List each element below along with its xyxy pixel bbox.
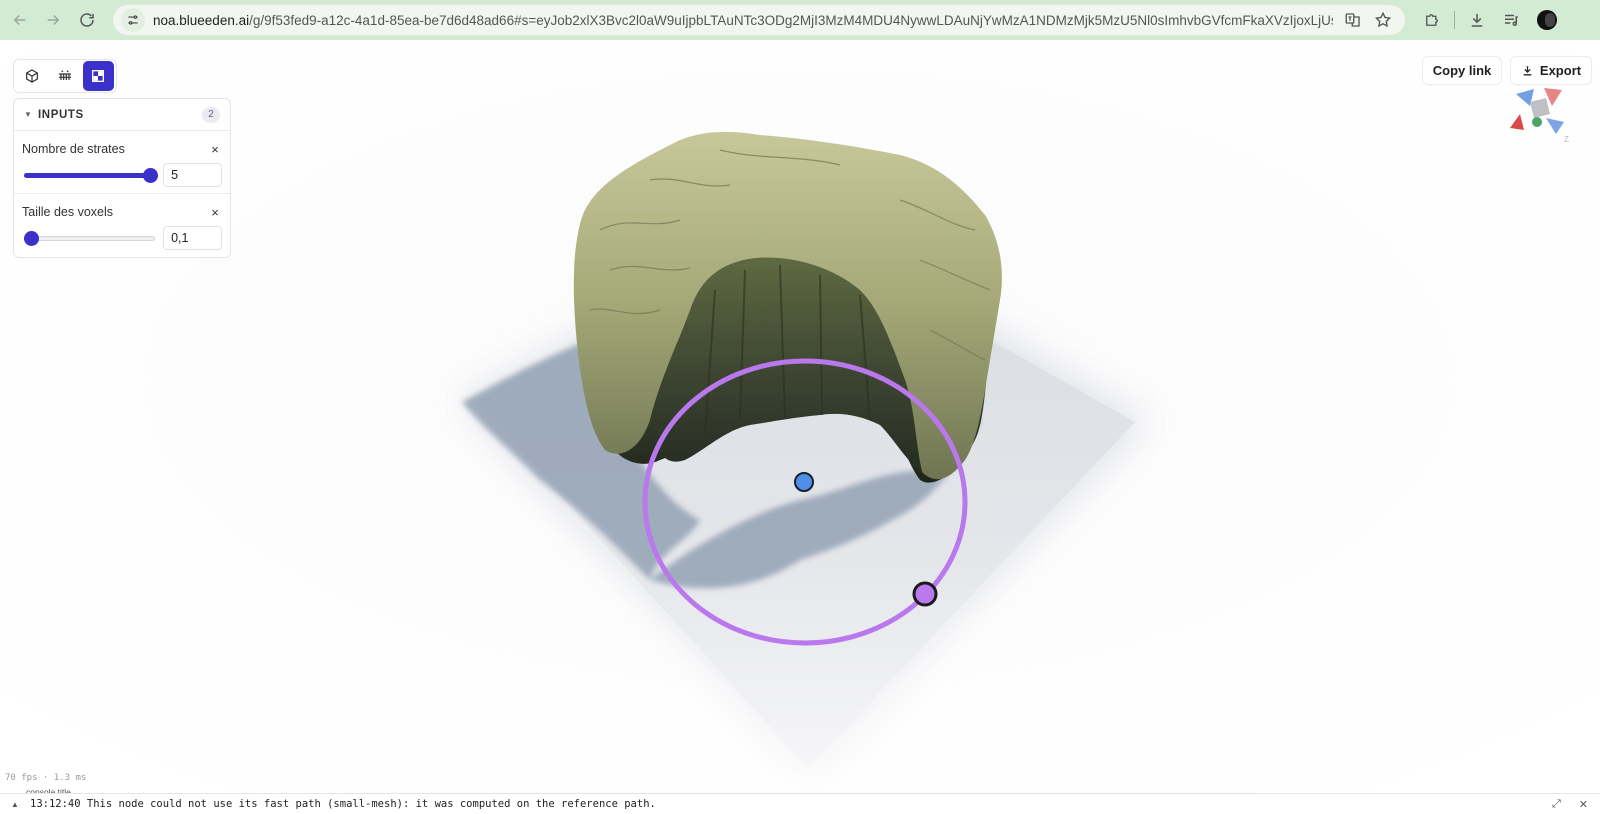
- export-button[interactable]: Export: [1510, 56, 1592, 85]
- voxel-size-value-input[interactable]: 0,1: [163, 226, 222, 250]
- slider-track: [24, 236, 156, 241]
- orientation-gizmo[interactable]: Z: [1506, 84, 1572, 146]
- voxel-grid-icon: [92, 70, 105, 82]
- remove-param-button[interactable]: ×: [208, 205, 222, 220]
- param-label: Taille des voxels: [22, 205, 114, 219]
- view-toolbar: [13, 59, 117, 93]
- 3d-viewport[interactable]: [0, 40, 1600, 793]
- strates-value-input[interactable]: 5: [163, 163, 222, 187]
- tool-strata-view[interactable]: [49, 61, 80, 91]
- profile-avatar[interactable]: [1537, 10, 1557, 30]
- reload-icon: [80, 13, 94, 27]
- media-button[interactable]: [1495, 4, 1527, 36]
- toolbar-separator: [1454, 11, 1455, 29]
- gizmo-axis-red[interactable]: [1510, 114, 1524, 130]
- forward-button[interactable]: [37, 4, 69, 36]
- console-expand-icon[interactable]: ⤢: [1552, 798, 1561, 811]
- browser-toolbar: noa.blueeden.ai/g/9f53fed9-a12c-4a1d-85e…: [0, 0, 1600, 40]
- arrow-left-icon: [13, 14, 26, 26]
- fps-counter: 70 fps · 1.3 ms: [5, 773, 87, 783]
- console-message: 13:12:40 This node could not use its fas…: [30, 798, 656, 810]
- translate-button[interactable]: [1341, 8, 1365, 32]
- copy-link-button[interactable]: Copy link: [1422, 56, 1502, 85]
- export-label: Export: [1539, 63, 1582, 78]
- remove-param-button[interactable]: ×: [208, 142, 222, 157]
- hole-center-handle[interactable]: [794, 472, 814, 492]
- gizmo-z-label: Z: [1564, 135, 1569, 144]
- tool-voxel-view[interactable]: [82, 61, 114, 91]
- playlist-icon: [1505, 14, 1518, 26]
- url-host: noa.blueeden.ai: [153, 12, 250, 28]
- puzzle-icon: [1426, 14, 1438, 26]
- gizmo-axis-green[interactable]: [1532, 117, 1542, 127]
- site-info-icon[interactable]: [121, 8, 145, 32]
- inputs-panel: ▼ INPUTS 2 Nombre de strates × 5 Taille …: [13, 98, 231, 258]
- download-icon: [1523, 66, 1532, 76]
- translate-icon: [1345, 13, 1360, 27]
- download-icon: [1471, 14, 1483, 27]
- back-button[interactable]: [4, 4, 36, 36]
- param-label: Nombre de strates: [22, 142, 125, 156]
- strata-icon: [58, 70, 71, 80]
- inputs-panel-header[interactable]: ▼ INPUTS 2: [14, 99, 230, 131]
- strates-slider[interactable]: [22, 163, 158, 187]
- gizmo-axis-blue[interactable]: [1546, 118, 1564, 134]
- collapse-caret-icon[interactable]: ▼: [24, 110, 38, 119]
- star-icon: [1374, 11, 1392, 28]
- url-path: /g/9f53fed9-a12c-4a1d-85ea-be7d6d48ad66#…: [249, 12, 1333, 28]
- param-nombre-de-strates: Nombre de strates × 5: [14, 131, 230, 194]
- slider-fill: [24, 173, 151, 178]
- hole-radius-handle[interactable]: [912, 581, 938, 607]
- slider-thumb[interactable]: [143, 168, 158, 183]
- inputs-count-badge: 2: [202, 106, 220, 123]
- console-expand-caret-icon[interactable]: ▲: [0, 800, 30, 809]
- arrow-right-icon: [47, 14, 60, 26]
- downloads-button[interactable]: [1461, 4, 1493, 36]
- gizmo-cube: [1530, 98, 1550, 118]
- bookmark-button[interactable]: [1371, 8, 1395, 32]
- scene-canvas[interactable]: [0, 40, 1600, 793]
- address-bar[interactable]: noa.blueeden.ai/g/9f53fed9-a12c-4a1d-85e…: [113, 5, 1405, 35]
- inputs-panel-title: INPUTS: [38, 108, 84, 121]
- param-taille-des-voxels: Taille des voxels × 0,1: [14, 194, 230, 257]
- voxel-size-slider[interactable]: [22, 226, 156, 250]
- cube-icon: [25, 69, 38, 83]
- slider-thumb[interactable]: [24, 231, 39, 246]
- extensions-button[interactable]: [1416, 4, 1448, 36]
- reload-button[interactable]: [71, 4, 103, 36]
- url-text: noa.blueeden.ai/g/9f53fed9-a12c-4a1d-85e…: [153, 13, 1333, 28]
- console-bar: ▲ 13:12:40 This node could not use its f…: [0, 793, 1600, 814]
- console-close-icon[interactable]: ✕: [1579, 798, 1588, 811]
- tool-mesh-view[interactable]: [16, 61, 47, 91]
